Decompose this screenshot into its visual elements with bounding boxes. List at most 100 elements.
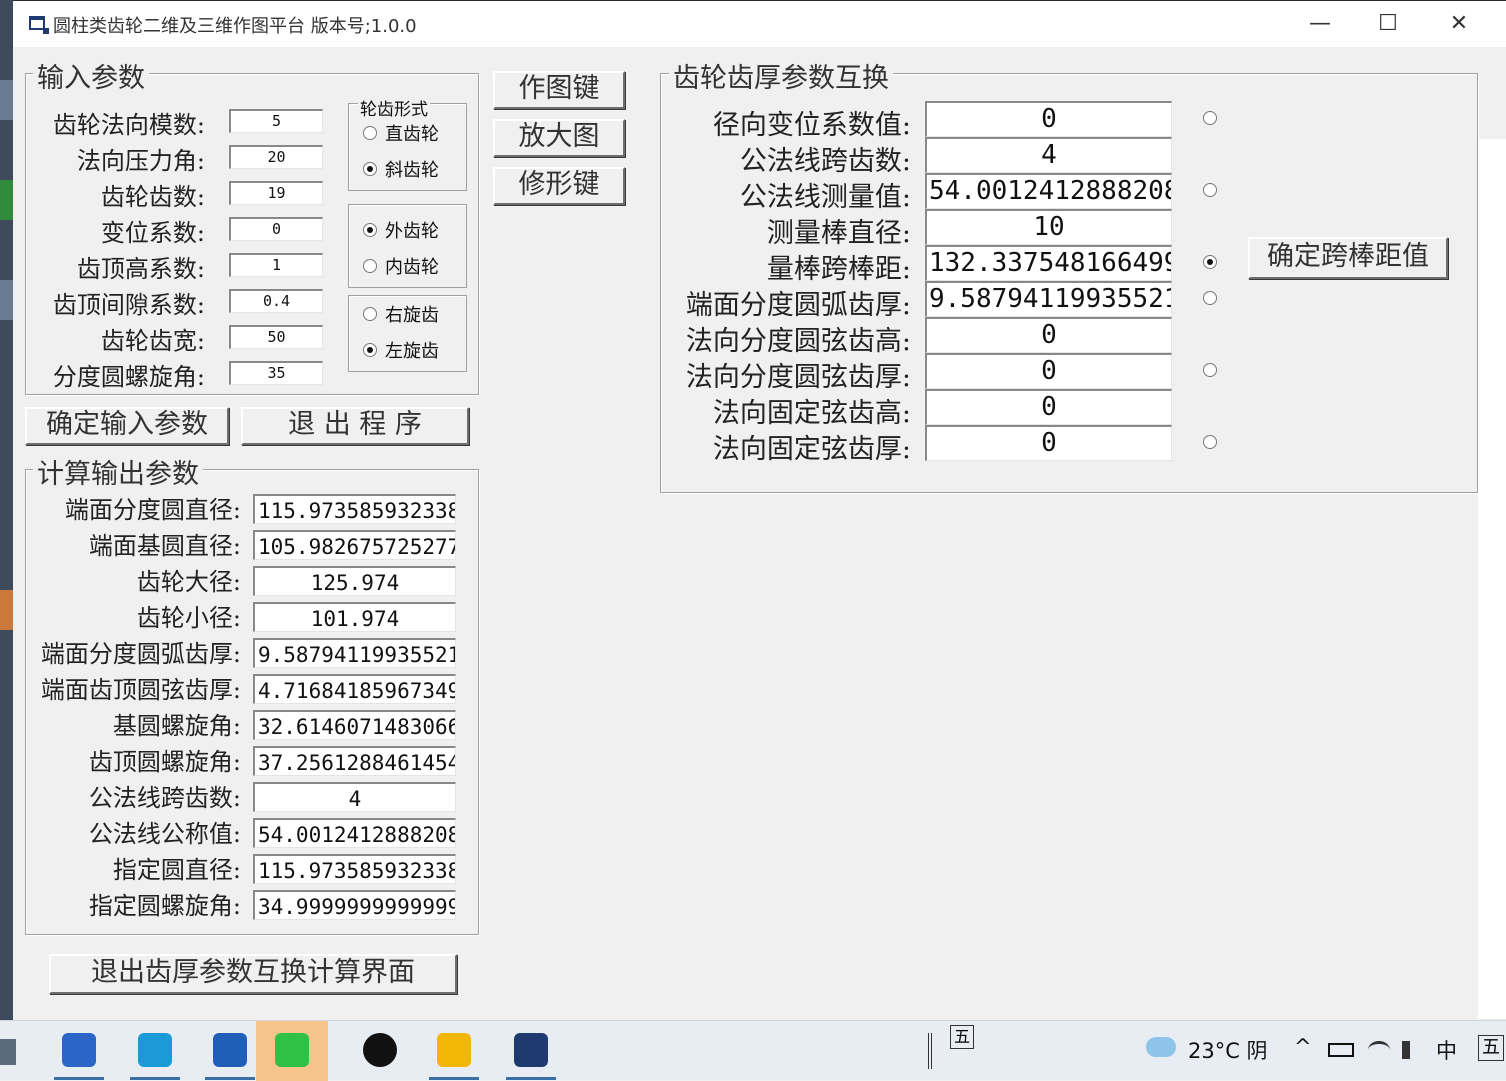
output-field[interactable]: 115.973585932338 <box>253 854 456 884</box>
confirm-input-button[interactable]: 确定输入参数 <box>25 407 229 445</box>
ime-box[interactable]: 五 <box>950 1025 974 1049</box>
ime-mode[interactable]: 五 <box>1478 1035 1504 1061</box>
output-field[interactable]: 101.974 <box>253 602 456 632</box>
output-label: 公法线跨齿数: <box>88 784 241 812</box>
output-label: 指定圆直径: <box>112 856 241 884</box>
taskbar-app-file-explorer[interactable] <box>423 1021 485 1081</box>
output-field[interactable]: 4.71684185967349 <box>253 674 456 704</box>
exchange-radio[interactable] <box>1203 363 1217 377</box>
output-field[interactable]: 115.973585932338 <box>253 494 456 524</box>
desktop-icon-1 <box>0 80 13 120</box>
wechat-icon <box>275 1033 309 1067</box>
radio-button[interactable] <box>363 126 377 140</box>
tray-caret-icon[interactable]: ^ <box>1294 1035 1312 1059</box>
confirm-pin-distance-button[interactable]: 确定跨棒距值 <box>1248 237 1448 279</box>
output-params-legend: 计算输出参数 <box>33 452 203 491</box>
ime-language[interactable]: 中 <box>1436 1035 1457 1065</box>
exchange-field[interactable]: 9.58794119935521 <box>925 281 1172 317</box>
exchange-field[interactable]: 0 <box>925 317 1172 353</box>
input-field[interactable]: 19 <box>229 181 323 205</box>
exchange-field[interactable]: 54.0012412888208 <box>925 173 1172 209</box>
weather-text[interactable]: 23°C 阴 <box>1188 1035 1268 1065</box>
input-field[interactable]: 35 <box>229 361 323 385</box>
exchange-label: 公法线跨齿数: <box>739 146 911 177</box>
exchange-field[interactable]: 10 <box>925 209 1172 245</box>
radio-button[interactable] <box>363 162 377 176</box>
exchange-radio[interactable] <box>1203 111 1217 125</box>
exchange-label: 量棒跨棒距: <box>766 254 911 285</box>
output-field[interactable]: 9.58794119935521 <box>253 638 456 668</box>
weather-icon[interactable] <box>1146 1037 1176 1057</box>
side-panel-edge <box>1478 139 1506 1019</box>
input-label: 分度圆螺旋角: <box>52 363 205 391</box>
radio-button[interactable] <box>363 259 377 273</box>
exchange-field[interactable]: 132.337548166499 <box>925 245 1172 281</box>
draw-button[interactable]: 作图键 <box>493 71 625 109</box>
input-label: 齿轮齿宽: <box>100 327 205 355</box>
battery-icon[interactable] <box>1328 1043 1354 1057</box>
radio-label[interactable]: 右旋齿 <box>385 301 439 327</box>
input-field[interactable]: 5 <box>229 109 323 133</box>
taskbar-app-gear-app[interactable] <box>500 1021 562 1081</box>
taskbar-app-qq[interactable] <box>349 1021 411 1081</box>
exchange-field[interactable]: 0 <box>925 389 1172 425</box>
exchange-radio[interactable] <box>1203 291 1217 305</box>
app-1-icon <box>62 1033 96 1067</box>
exchange-label: 公法线测量值: <box>739 182 911 213</box>
desktop-edge <box>0 0 13 1020</box>
start-icon[interactable] <box>0 1039 16 1065</box>
volume-icon[interactable] <box>1402 1041 1420 1059</box>
modify-button[interactable]: 修形键 <box>493 167 625 205</box>
exchange-field[interactable]: 4 <box>925 137 1172 173</box>
radio-label[interactable]: 斜齿轮 <box>385 156 439 182</box>
minimize-button[interactable]: — <box>1286 1 1354 47</box>
output-field[interactable]: 105.982675725277 <box>253 530 456 560</box>
edge-icon <box>138 1033 172 1067</box>
maximize-button[interactable]: ☐ <box>1354 1 1422 47</box>
taskbar-separator <box>928 1033 932 1069</box>
input-field[interactable]: 50 <box>229 325 323 349</box>
radio-label[interactable]: 内齿轮 <box>385 253 439 279</box>
output-field[interactable]: 32.6146071483066 <box>253 710 456 740</box>
taskbar-app-app-1[interactable] <box>48 1021 110 1081</box>
exit-program-button[interactable]: 退 出 程 序 <box>241 407 469 445</box>
radio-label[interactable]: 外齿轮 <box>385 217 439 243</box>
radio-button[interactable] <box>363 343 377 357</box>
zoom-button[interactable]: 放大图 <box>493 119 625 157</box>
input-field[interactable]: 20 <box>229 145 323 169</box>
wifi-icon[interactable] <box>1368 1041 1390 1059</box>
output-label: 端面分度圆弧齿厚: <box>40 640 241 668</box>
taskbar-app-app-3[interactable] <box>199 1021 261 1081</box>
exchange-radio[interactable] <box>1203 183 1217 197</box>
input-field[interactable]: 0 <box>229 217 323 241</box>
output-field[interactable]: 54.0012412888208 <box>253 818 456 848</box>
input-field[interactable]: 1 <box>229 253 323 277</box>
exchange-field[interactable]: 0 <box>925 353 1172 389</box>
output-field[interactable]: 34.9999999999999 <box>253 890 456 920</box>
output-field[interactable]: 37.2561288461454 <box>253 746 456 776</box>
exchange-radio[interactable] <box>1203 435 1217 449</box>
exchange-field[interactable]: 0 <box>925 425 1172 461</box>
exit-exchange-button[interactable]: 退出齿厚参数互换计算界面 <box>49 954 457 994</box>
desktop-icon-4 <box>0 590 13 630</box>
output-label: 齿轮大径: <box>136 568 241 596</box>
radio-button[interactable] <box>363 307 377 321</box>
app-icon <box>29 16 49 34</box>
input-field[interactable]: 0.4 <box>229 289 323 313</box>
close-button[interactable]: ✕ <box>1425 1 1493 47</box>
radio-label[interactable]: 左旋齿 <box>385 337 439 363</box>
desktop-icon-3 <box>0 280 13 320</box>
taskbar-app-wechat[interactable] <box>256 1021 328 1081</box>
exchange-radio[interactable] <box>1203 255 1217 269</box>
input-label: 齿轮齿数: <box>100 183 205 211</box>
output-field[interactable]: 125.974 <box>253 566 456 596</box>
radio-button[interactable] <box>363 223 377 237</box>
exchange-label: 端面分度圆弧齿厚: <box>685 290 911 321</box>
exchange-label: 法向分度圆弦齿厚: <box>685 362 911 393</box>
exchange-field[interactable]: 0 <box>925 101 1172 137</box>
taskbar-app-edge[interactable] <box>124 1021 186 1081</box>
output-field[interactable]: 4 <box>253 782 456 812</box>
radio-label[interactable]: 直齿轮 <box>385 120 439 146</box>
gear-app-icon <box>514 1033 548 1067</box>
file-explorer-icon <box>437 1033 471 1067</box>
